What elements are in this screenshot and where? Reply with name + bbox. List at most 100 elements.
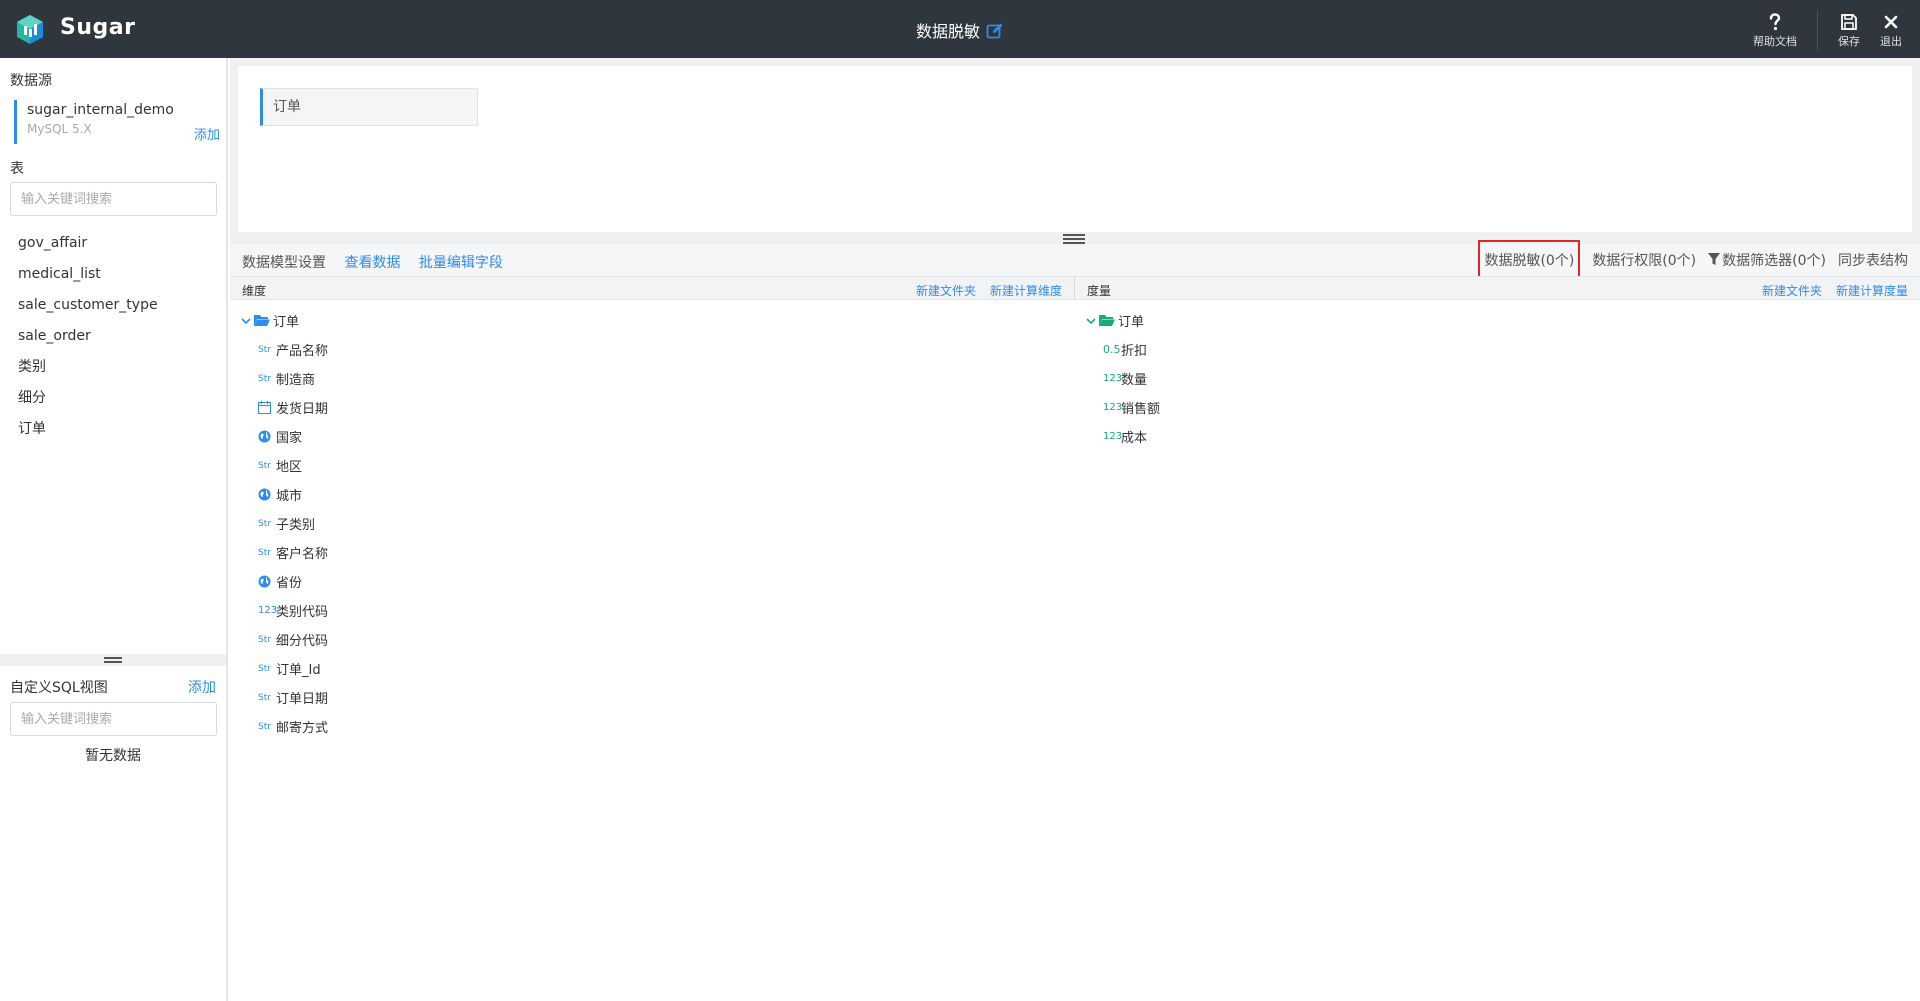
number-type-icon: 123 [1103, 431, 1123, 442]
save-button[interactable]: 保存 [1838, 12, 1860, 49]
filter-icon [1708, 253, 1721, 265]
globe-icon [258, 488, 276, 502]
string-type-icon: Str [258, 721, 271, 732]
dimension-folder-order[interactable]: 订单 [240, 306, 328, 335]
table-search-input[interactable] [10, 182, 217, 216]
dimension-field[interactable]: Str 订单日期 [240, 683, 328, 712]
add-sql-view-link[interactable]: 添加 [188, 677, 216, 697]
table-item-sale-order[interactable]: sale_order [0, 321, 226, 352]
dimension-field[interactable]: Str 制造商 [240, 364, 328, 393]
top-actions: 帮助文档 保存 退出 [1733, 10, 1902, 50]
chevron-down-icon[interactable] [1085, 315, 1097, 327]
measure-field[interactable]: 123 销售额 [1085, 393, 1160, 422]
batch-edit-fields-link[interactable]: 批量编辑字段 [419, 255, 503, 271]
table-item-medical-list[interactable]: medical_list [0, 259, 226, 290]
sync-schema-button[interactable]: 同步表结构 [1838, 250, 1908, 270]
data-masking-button[interactable]: 数据脱敏(0个) [1478, 240, 1581, 280]
dimension-field[interactable]: Str 邮寄方式 [240, 712, 328, 741]
model-toolbar: 数据模型设置 查看数据 批量编辑字段 数据脱敏(0个) 数据行权限(0个) 数据… [230, 240, 1920, 280]
string-type-icon: Str [258, 460, 271, 471]
question-icon [1769, 13, 1781, 31]
exit-button[interactable]: 退出 [1880, 12, 1902, 49]
table-item-gov-affair[interactable]: gov_affair [0, 228, 226, 259]
field-name: 类别代码 [276, 605, 329, 620]
field-name: 国家 [276, 431, 303, 446]
table-item-category[interactable]: 类别 [0, 352, 226, 383]
dimension-field[interactable]: Str 客户名称 [240, 538, 328, 567]
page-title-wrap: 数据脱敏 [0, 18, 1920, 42]
measures-header: 度量 新建文件夹 新建计算度量 [1075, 276, 1920, 300]
number-type-icon: 123 [258, 605, 278, 616]
field-name: 制造商 [276, 373, 316, 388]
measure-tree: 订单 0.5 折扣 123 数量 123 销售额 123 成本 [1085, 306, 1160, 451]
dimension-field[interactable]: Str 订单_Id [240, 654, 328, 683]
sidebar-splitter[interactable] [0, 654, 226, 666]
field-name: 邮寄方式 [276, 721, 329, 736]
dimension-field[interactable]: 城市 [240, 480, 328, 509]
datasource-item[interactable]: sugar_internal_demo MySQL 5.X 添加 [14, 100, 220, 144]
dimension-field[interactable]: 发货日期 [240, 393, 328, 422]
dimension-field[interactable]: Str 地区 [240, 451, 328, 480]
dimension-field[interactable]: 省份 [240, 567, 328, 596]
model-canvas: 订单 [238, 66, 1912, 232]
table-item-segment[interactable]: 细分 [0, 383, 226, 414]
canvas-table-order[interactable]: 订单 [260, 88, 478, 126]
folder-open-icon [1099, 315, 1115, 326]
measure-folder-order[interactable]: 订单 [1085, 306, 1160, 335]
measure-field[interactable]: 123 数量 [1085, 364, 1160, 393]
decimal-type-icon: 0.5 [1103, 343, 1121, 356]
number-type-icon: 123 [1103, 373, 1123, 384]
new-dimension-folder-link[interactable]: 新建文件夹 [916, 284, 976, 298]
main-panel: 订单 数据模型设置 查看数据 批量编辑字段 数据脱敏(0个) 数据行权限(0个)… [230, 58, 1920, 1001]
field-name: 产品名称 [276, 344, 329, 359]
table-item-sale-customer-type[interactable]: sale_customer_type [0, 290, 226, 321]
number-type-icon: 123 [1103, 402, 1123, 413]
dimension-field[interactable]: Str 产品名称 [240, 335, 328, 364]
string-type-icon: Str [258, 547, 271, 558]
datasource-section-label: 数据源 [10, 73, 52, 89]
sql-view-search-input[interactable] [10, 702, 217, 736]
folder-open-icon [254, 315, 270, 326]
tables-section-label: 表 [10, 161, 24, 177]
field-name: 折扣 [1121, 344, 1148, 359]
new-calc-dimension-link[interactable]: 新建计算维度 [990, 284, 1062, 298]
dimension-field[interactable]: Str 细分代码 [240, 625, 328, 654]
table-item-order[interactable]: 订单 [0, 414, 226, 445]
string-type-icon: Str [258, 344, 271, 355]
measure-field[interactable]: 123 成本 [1085, 422, 1160, 451]
field-name: 订单日期 [276, 692, 329, 707]
help-docs-label: 帮助文档 [1753, 35, 1797, 48]
dimension-field[interactable]: 国家 [240, 422, 328, 451]
sidebar: 数据源 sugar_internal_demo MySQL 5.X 添加 表 g… [0, 58, 228, 1001]
help-docs-button[interactable]: 帮助文档 [1753, 12, 1797, 49]
edit-title-icon[interactable] [986, 22, 1004, 40]
chevron-down-icon[interactable] [240, 315, 252, 327]
dimension-field[interactable]: Str 子类别 [240, 509, 328, 538]
custom-sql-section-label: 自定义SQL视图 [10, 680, 108, 696]
measure-field[interactable]: 0.5 折扣 [1085, 335, 1160, 364]
save-icon [1841, 14, 1857, 30]
field-name: 省份 [276, 576, 303, 591]
view-data-link[interactable]: 查看数据 [344, 255, 400, 271]
field-name: 城市 [276, 489, 303, 504]
data-filter-button[interactable]: 数据筛选器(0个) [1708, 250, 1826, 270]
field-name: 销售额 [1121, 402, 1161, 417]
string-type-icon: Str [258, 692, 271, 703]
field-name: 成本 [1121, 431, 1148, 446]
datasource-name: sugar_internal_demo [27, 102, 174, 118]
string-type-icon: Str [258, 663, 271, 674]
field-name: 数量 [1121, 373, 1148, 388]
field-name: 地区 [276, 460, 303, 475]
dimension-field[interactable]: 123 类别代码 [240, 596, 328, 625]
row-permission-button[interactable]: 数据行权限(0个) [1592, 250, 1696, 270]
page-title: 数据脱敏 [915, 22, 980, 41]
dimension-folder-label: 订单 [273, 315, 300, 330]
model-settings-tab[interactable]: 数据模型设置 [242, 255, 326, 271]
new-measure-folder-link[interactable]: 新建文件夹 [1762, 284, 1822, 298]
add-datasource-link[interactable]: 添加 [194, 124, 220, 143]
new-calc-measure-link[interactable]: 新建计算度量 [1836, 284, 1908, 298]
fields-panel: 维度 新建文件夹 新建计算维度 度量 新建文件夹 新建计算度量 订单 Str 产品名称… [230, 276, 1920, 1001]
string-type-icon: Str [258, 634, 271, 645]
field-name: 订单_Id [276, 663, 321, 678]
measure-folder-label: 订单 [1118, 315, 1145, 330]
